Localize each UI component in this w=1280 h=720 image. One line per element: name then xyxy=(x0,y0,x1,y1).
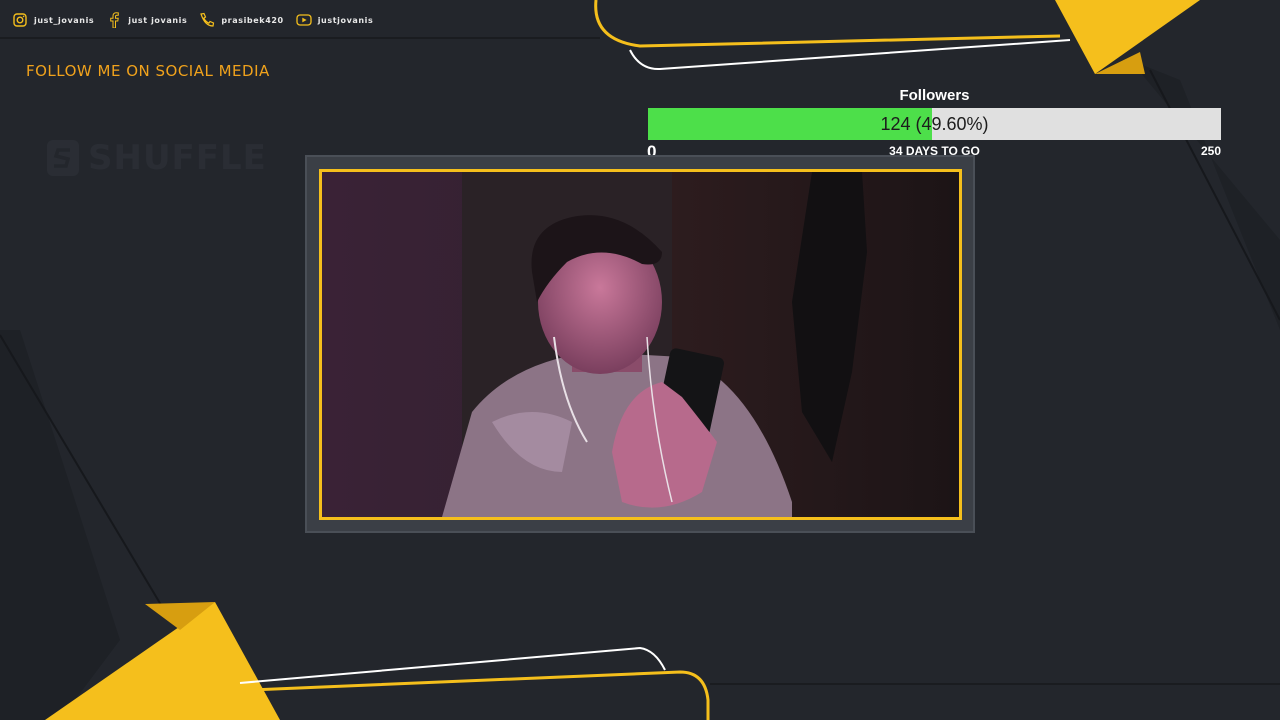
instagram-icon xyxy=(12,12,28,28)
follow-title: FOLLOW ME ON SOCIAL MEDIA xyxy=(26,62,270,80)
sponsor-logo: SHUFFLE xyxy=(46,138,267,178)
social-item-instagram[interactable]: just_jovanis xyxy=(12,12,94,28)
facebook-icon xyxy=(106,12,122,28)
webcam-frame xyxy=(319,169,962,520)
social-handle: prasibek420 xyxy=(221,15,284,25)
social-handle: just_jovanis xyxy=(34,15,95,25)
goal-progress-bar: 124 (49.60%) xyxy=(648,108,1221,140)
social-handle: just jovanis xyxy=(128,15,188,25)
sponsor-logo-text: SHUFFLE xyxy=(88,138,267,178)
social-bar: just_jovanis just jovanis prasibek420 ju… xyxy=(0,0,600,40)
youtube-icon xyxy=(296,12,312,28)
social-item-facebook[interactable]: just jovanis xyxy=(106,12,187,28)
social-item-phone[interactable]: prasibek420 xyxy=(199,12,283,28)
shuffle-logo-icon xyxy=(47,140,79,176)
goal-title: Followers xyxy=(899,87,970,104)
goal-value: 124 (49.60%) xyxy=(880,114,989,134)
goal-max-label: 250 xyxy=(1200,144,1221,158)
social-item-youtube[interactable]: justjovanis xyxy=(296,12,374,28)
phone-icon xyxy=(199,12,215,28)
social-handle: justjovanis xyxy=(317,15,374,25)
webcam-feed xyxy=(322,172,959,517)
